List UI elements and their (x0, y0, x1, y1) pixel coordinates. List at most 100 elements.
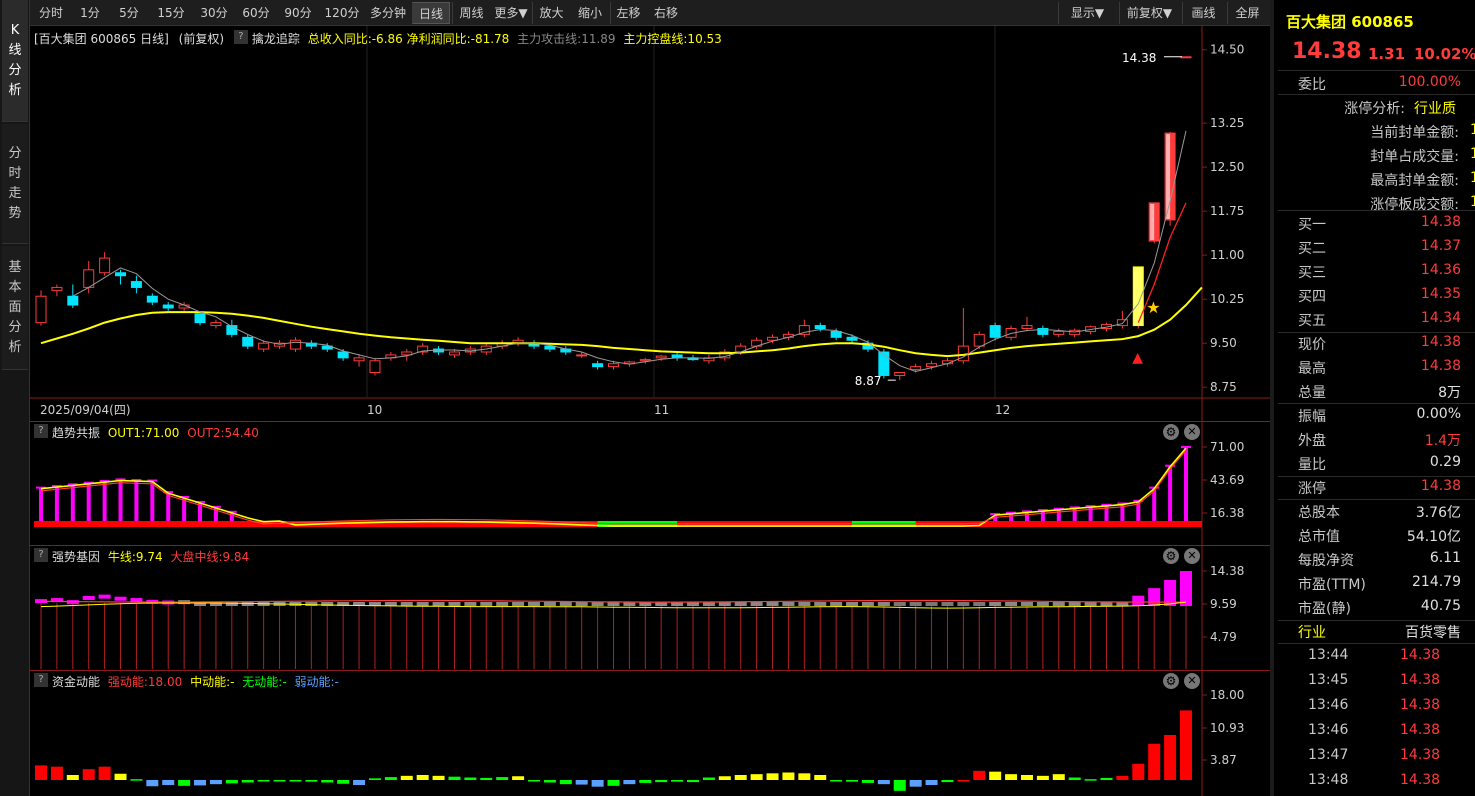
price-chart-panel[interactable]: [百大集团 600865 日线] (前复权) ? 擒龙追踪 总收入同比:-6.86… (30, 26, 1270, 421)
gene-bar (1005, 602, 1018, 606)
tab-char: 析 (8, 82, 22, 98)
resonance-bar (150, 480, 155, 521)
tab-intraday-trend[interactable]: 分时走势 (2, 124, 28, 244)
toolbar-right-button-0[interactable]: 显示▼ (1058, 2, 1116, 24)
strong-gene-panel[interactable]: 14.38 9.59 4.79 ? 强势基因 牛线:9.74 大盘中线:9.84 ⚙ … (30, 545, 1270, 670)
gear-icon[interactable]: ⚙ (1163, 548, 1179, 564)
momentum-bar (623, 780, 636, 785)
candle-body (830, 330, 842, 338)
rocket-icon: ▲ (1132, 350, 1143, 366)
toolbar-button-11[interactable]: 更多▼ (492, 2, 530, 24)
momentum-bar (782, 772, 795, 780)
toolbar-button-6[interactable]: 90分 (278, 2, 318, 24)
low-price-marker: 8.87 (855, 374, 882, 388)
toolbar-right-button-2[interactable]: 画线 (1182, 2, 1224, 24)
momentum-bar (575, 780, 588, 785)
gene-bar (1036, 602, 1049, 606)
momentum-bar (591, 780, 604, 787)
momentum-bar (543, 780, 556, 783)
strong-momentum-value: 强动能:18.00 (107, 675, 183, 689)
resonance-bar (86, 482, 91, 521)
toolbar-button-15[interactable]: 右移 (648, 2, 684, 24)
gear-icon[interactable]: ⚙ (1163, 424, 1179, 440)
momentum-bar (734, 775, 747, 780)
momentum-bar (973, 770, 986, 780)
toolbar-button-12[interactable]: 放大 (532, 2, 570, 24)
industry-value[interactable]: 百货零售 (1405, 622, 1461, 642)
market-mid-line (40, 599, 1186, 603)
limit-analysis-label: 涨停板成交额: (1370, 197, 1459, 213)
sub-axis-label: 14.38 (1210, 564, 1244, 578)
price-tick-label: 13.25 (1210, 116, 1244, 130)
toolbar-button-9[interactable]: 日线 (412, 2, 450, 24)
divider (1278, 499, 1475, 500)
help-icon[interactable]: ? (233, 30, 248, 44)
stat-label: 量比 (1298, 457, 1326, 473)
tab-char: 分 (8, 319, 22, 335)
gene-bar (82, 596, 95, 601)
trend-resonance-panel[interactable]: 71.00 43.69 16.38 ? 趋势共振 OUT1:71.00 OUT2:54… (30, 421, 1270, 545)
gene-bar (607, 602, 620, 606)
momentum-bar (35, 765, 47, 780)
close-icon[interactable]: ✕ (1184, 548, 1200, 564)
toolbar-right-button-3[interactable]: 全屏 (1227, 2, 1267, 24)
tab-kline-analysis[interactable]: K线分析 (2, 0, 28, 122)
toolbar-button-1[interactable]: 1分 (72, 2, 108, 24)
toolbar-button-7[interactable]: 120分 (320, 2, 364, 24)
toolbar-button-4[interactable]: 30分 (194, 2, 234, 24)
gene-bar (1180, 571, 1192, 606)
toolbar-button-10[interactable]: 周线 (452, 2, 490, 24)
gene-bar (734, 602, 747, 606)
gene-bar (861, 602, 874, 606)
help-icon[interactable]: ? (34, 548, 48, 562)
help-icon[interactable]: ? (34, 673, 48, 687)
resonance-bar (1104, 504, 1109, 521)
toolbar-button-13[interactable]: 缩小 (572, 2, 608, 24)
resonance-bar (39, 487, 43, 521)
close-icon[interactable]: ✕ (1184, 424, 1200, 440)
gene-bar (798, 602, 811, 606)
tab-fundamental-analysis[interactable]: 基本面分析 (2, 246, 28, 370)
stat-value: 14.38 (1420, 358, 1461, 374)
candle-body (1180, 56, 1192, 59)
candlestick-chart[interactable]: 14.50 13.25 12.50 11.75 11.00 10.25 9.50 8.75 ★ ▲… (30, 26, 1270, 421)
fund-momentum-panel[interactable]: 18.00 10.93 3.87 ? 资金动能 强动能:18.00 中动能:- 无动能… (30, 670, 1270, 796)
momentum-bar (82, 769, 95, 780)
gene-bar (877, 602, 890, 606)
gene-bar (416, 602, 429, 606)
tick-time: 13:44 (1308, 647, 1349, 663)
resonance-bar (70, 484, 75, 521)
price-tick-label: 14.50 (1210, 43, 1244, 57)
stat-label: 总量 (1298, 385, 1326, 401)
tab-char: 析 (8, 339, 22, 355)
toolbar-button-14[interactable]: 左移 (610, 2, 646, 24)
toolbar-button-8[interactable]: 多分钟 (366, 2, 410, 24)
sub-axis-label: 4.79 (1210, 630, 1237, 644)
ma-main-line (40, 286, 1203, 358)
momentum-bar (1100, 777, 1113, 780)
candle-body (608, 363, 619, 368)
toolbar-button-2[interactable]: 5分 (110, 2, 148, 24)
sub-axis-label: 18.00 (1210, 688, 1244, 702)
close-icon[interactable]: ✕ (1184, 673, 1200, 689)
divider (1278, 210, 1475, 211)
stock-header: [百大集团 600865 日线] (34, 32, 169, 46)
resonance-bar (1088, 506, 1093, 521)
gene-bar (98, 594, 111, 599)
fundamental-label: 市盈(静) (1298, 601, 1351, 617)
candle-body (846, 336, 858, 341)
tab-char: 面 (8, 299, 22, 315)
toolbar-button-5[interactable]: 60分 (236, 2, 276, 24)
help-icon[interactable]: ? (34, 424, 48, 438)
toolbar-button-0[interactable]: 分时 (32, 2, 70, 24)
stat-value: 14.38 (1420, 334, 1461, 350)
indicator-values: 总收入同比:-6.86 净利润同比:-81.78 (307, 32, 510, 46)
candle-body (1021, 325, 1033, 330)
stat-value: 0.00% (1416, 406, 1461, 422)
toolbar-right-button-1[interactable]: 前复权▼ (1119, 2, 1179, 24)
momentum-bar (702, 777, 715, 780)
toolbar-button-3[interactable]: 15分 (150, 2, 192, 24)
momentum-bar (368, 778, 381, 780)
momentum-bar (194, 780, 207, 786)
gear-icon[interactable]: ⚙ (1163, 673, 1179, 689)
